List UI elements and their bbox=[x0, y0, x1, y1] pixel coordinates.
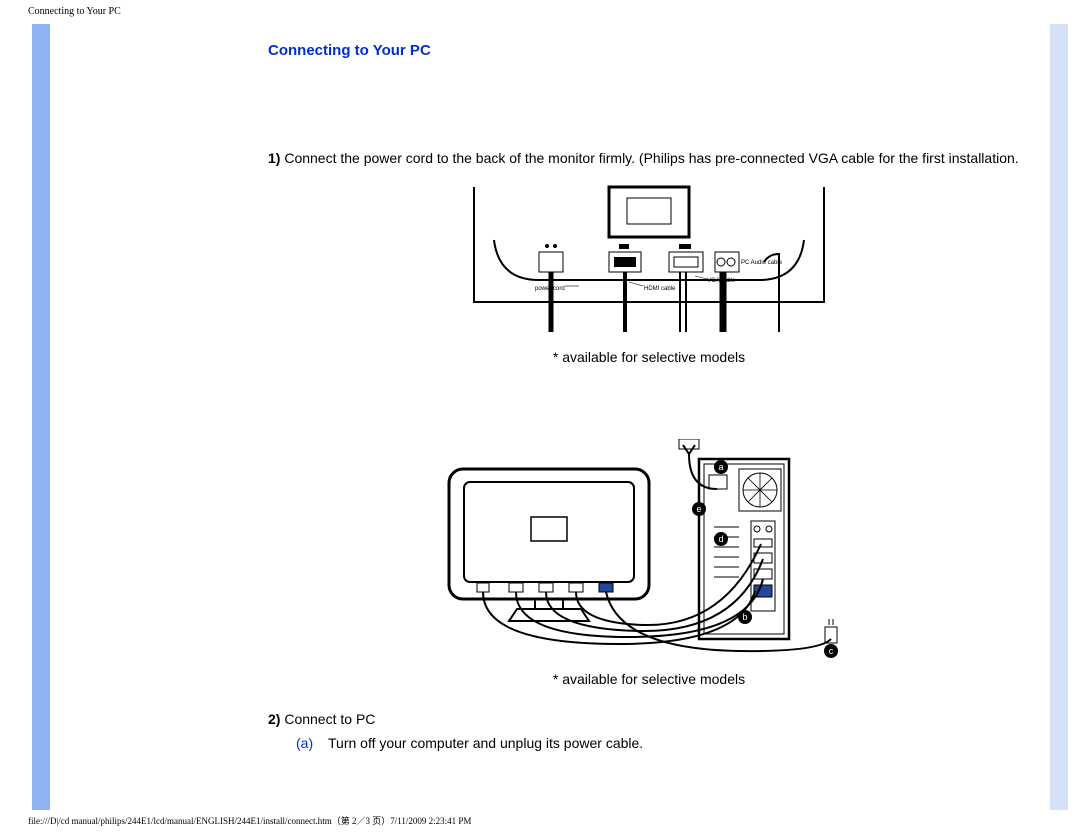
page-container: Connecting to Your PC 1) Connect the pow… bbox=[32, 24, 1068, 810]
label-vga-cable: VGA cable bbox=[707, 278, 736, 284]
label-power-cord: power cord bbox=[535, 286, 565, 292]
left-spacer bbox=[50, 24, 260, 810]
figure1-caption: * available for selective models bbox=[268, 349, 1030, 365]
right-stripe bbox=[1050, 24, 1068, 810]
page-footer-path: file:///D|/cd manual/philips/244E1/lcd/m… bbox=[28, 814, 471, 827]
step-2: 2) Connect to PC bbox=[268, 711, 1030, 727]
content-area: Connecting to Your PC 1) Connect the pow… bbox=[260, 24, 1050, 810]
figure2-caption: * available for selective models bbox=[268, 671, 1030, 687]
wall-plug-top bbox=[679, 439, 699, 449]
page-header-title: Connecting to Your PC bbox=[28, 6, 121, 17]
svg-text:c: c bbox=[829, 646, 834, 656]
spacer bbox=[268, 389, 1030, 439]
step-2a: (a) Turn off your computer and unplug it… bbox=[268, 735, 1030, 751]
figure-monitor-rear: power cord HDMI cable VGA cable PC Audio… bbox=[469, 182, 829, 337]
left-stripe bbox=[32, 24, 50, 810]
svg-text:a: a bbox=[718, 462, 723, 472]
step-1-number: 1) bbox=[268, 150, 280, 166]
step-1-instruction: 1) Connect the power cord to the back of… bbox=[268, 149, 1030, 168]
svg-text:e: e bbox=[696, 504, 701, 514]
section-heading: Connecting to Your PC bbox=[268, 42, 1030, 59]
svg-text:b: b bbox=[742, 612, 747, 622]
step-2-text: Connect to PC bbox=[280, 711, 375, 727]
label-hdmi-cable: HDMI cable bbox=[644, 286, 676, 292]
step-2-number: 2) bbox=[268, 711, 280, 727]
step-1-text: Connect the power cord to the back of th… bbox=[280, 150, 1018, 166]
svg-text:d: d bbox=[718, 534, 723, 544]
step-2a-text: Turn off your computer and unplug its po… bbox=[328, 735, 643, 751]
figure-monitor-and-pc: a e d b c bbox=[439, 439, 859, 659]
label-pc-audio: PC Audio cable bbox=[741, 260, 783, 266]
step-2a-letter: (a) bbox=[296, 735, 328, 751]
